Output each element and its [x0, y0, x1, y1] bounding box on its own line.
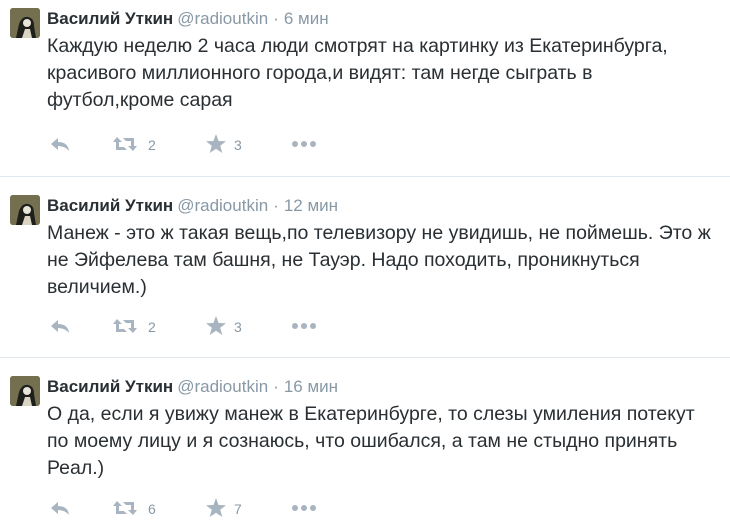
reply-button[interactable]	[49, 315, 71, 339]
favorite-button[interactable]	[205, 497, 227, 521]
tweet-text-line: по моему лицу и я сознаюсь, что ошибался…	[47, 430, 678, 452]
timestamp[interactable]: 12 мин	[284, 196, 338, 215]
tweet-header: Василий Уткин @radioutkin · 12 мин	[47, 195, 338, 217]
tweet-text: О да, если я увижу манеж в Екатеринбурге…	[47, 401, 717, 482]
author-handle[interactable]: @radioutkin	[177, 9, 268, 28]
tweet-text-line: Каждую неделю 2 часа люди смотрят на кар…	[47, 35, 668, 57]
retweet-button[interactable]	[112, 497, 138, 521]
separator: ·	[273, 9, 279, 28]
avatar[interactable]	[10, 8, 40, 38]
favorite-button[interactable]	[205, 315, 227, 339]
favorite-count: 7	[234, 501, 242, 517]
favorite-count: 3	[234, 319, 242, 335]
retweet-count: 6	[148, 501, 156, 517]
author-handle[interactable]: @radioutkin	[177, 196, 268, 215]
retweet-icon	[113, 137, 137, 151]
tweet[interactable]: Василий Уткин @radioutkin · 6 мин Каждую не…	[0, 0, 730, 177]
star-icon	[206, 316, 226, 335]
avatar[interactable]	[10, 376, 40, 406]
retweet-button[interactable]	[112, 315, 138, 339]
tweet-text-line: величием.)	[47, 276, 147, 298]
reply-button[interactable]	[49, 497, 71, 521]
tweet-text-line: не Эйфелева там башня, не Тауэр. Надо по…	[47, 249, 640, 271]
retweet-icon	[113, 501, 137, 515]
retweet-count: 2	[148, 319, 156, 335]
retweet-button[interactable]	[112, 133, 138, 157]
separator: ·	[273, 196, 279, 215]
star-icon	[206, 498, 226, 517]
tweet[interactable]: Василий Уткин @radioutkin · 16 мин О да, ес…	[0, 368, 730, 517]
more-icon	[292, 323, 316, 329]
more-icon	[292, 505, 316, 511]
reply-icon	[51, 502, 69, 515]
tweet-text-line: О да, если я увижу манеж в Екатеринбурге…	[47, 403, 695, 425]
tweet-header: Василий Уткин @radioutkin · 16 мин	[47, 376, 338, 398]
more-button[interactable]	[291, 133, 317, 157]
more-icon	[292, 141, 316, 147]
tweet-header: Василий Уткин @radioutkin · 6 мин	[47, 8, 329, 30]
author-handle[interactable]: @radioutkin	[177, 377, 268, 396]
author-name[interactable]: Василий Уткин	[47, 9, 173, 28]
author-name[interactable]: Василий Уткин	[47, 196, 173, 215]
reply-icon	[51, 320, 69, 333]
tweet-text: Манеж - это ж такая вещь,по телевизору н…	[47, 220, 717, 301]
author-name[interactable]: Василий Уткин	[47, 377, 173, 396]
retweet-icon	[113, 319, 137, 333]
timestamp[interactable]: 16 мин	[284, 377, 338, 396]
tweet-text: Каждую неделю 2 часа люди смотрят на кар…	[47, 33, 717, 114]
reply-button[interactable]	[49, 133, 71, 157]
tweet-text-line: красивого миллионного города,и видят: та…	[47, 62, 593, 84]
avatar[interactable]	[10, 195, 40, 225]
favorite-count: 3	[234, 137, 242, 153]
tweet-text-line: футбол,кроме сарая	[47, 89, 233, 111]
timestamp[interactable]: 6 мин	[284, 9, 329, 28]
separator: ·	[273, 377, 279, 396]
star-icon	[206, 134, 226, 153]
more-button[interactable]	[291, 315, 317, 339]
reply-icon	[51, 138, 69, 151]
tweet[interactable]: Василий Уткин @radioutkin · 12 мин Манеж - …	[0, 187, 730, 358]
more-button[interactable]	[291, 497, 317, 521]
tweet-text-line: Манеж - это ж такая вещь,по телевизору н…	[47, 222, 711, 244]
tweet-timeline: Василий Уткин @radioutkin · 6 мин Каждую не…	[0, 0, 730, 517]
retweet-count: 2	[148, 137, 156, 153]
favorite-button[interactable]	[205, 133, 227, 157]
tweet-text-line: Реал.)	[47, 457, 105, 479]
